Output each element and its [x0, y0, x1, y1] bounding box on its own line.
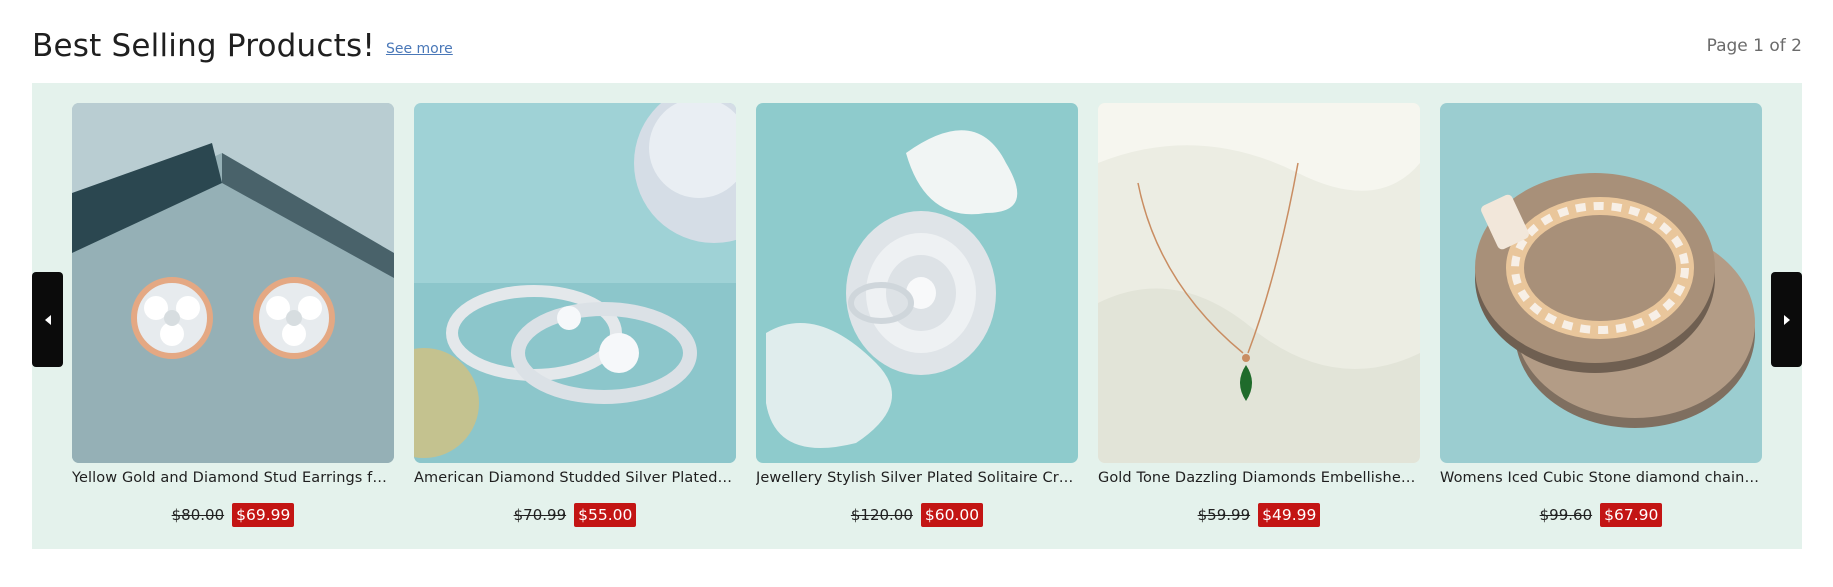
caret-right-icon: [1783, 314, 1790, 325]
product-card[interactable]: Gold Tone Dazzling Diamonds Embellished …: [1098, 103, 1420, 533]
product-price: $99.60 $67.90: [1440, 503, 1762, 527]
title-group: Best Selling Products! See more: [32, 28, 453, 64]
carousel-next-button[interactable]: [1771, 272, 1802, 367]
sale-price: $55.00: [574, 503, 637, 527]
crystal-cluster-ring-image[interactable]: [756, 103, 1078, 463]
page-indicator: Page 1 of 2: [1706, 36, 1802, 56]
original-price: $80.00: [171, 506, 225, 524]
sale-price: $67.90: [1600, 503, 1663, 527]
sale-price: $69.99: [232, 503, 295, 527]
product-price: $59.99 $49.99: [1098, 503, 1420, 527]
product-name[interactable]: Womens Iced Cubic Stone diamond chain Br…: [1440, 470, 1762, 486]
product-card[interactable]: American Diamond Studded Silver Plated F…: [414, 103, 736, 533]
product-card[interactable]: Jewellery Stylish Silver Plated Solitair…: [756, 103, 1078, 533]
sale-price: $49.99: [1258, 503, 1321, 527]
iced-chain-bracelet-image[interactable]: [1440, 103, 1762, 463]
product-carousel: Yellow Gold and Diamond Stud Earrings fo…: [32, 83, 1802, 549]
original-price: $99.60: [1539, 506, 1593, 524]
silver-ring-set-image[interactable]: [414, 103, 736, 463]
product-price: $70.99 $55.00: [414, 503, 736, 527]
carousel-track: Yellow Gold and Diamond Stud Earrings fo…: [72, 103, 1762, 533]
product-name[interactable]: American Diamond Studded Silver Plated F…: [414, 470, 736, 486]
see-more-link[interactable]: See more: [386, 41, 453, 57]
section-header: Best Selling Products! See more Page 1 o…: [32, 22, 1802, 70]
carousel-prev-button[interactable]: [32, 272, 63, 367]
best-selling-section: Best Selling Products! See more Page 1 o…: [0, 0, 1833, 587]
product-card[interactable]: Yellow Gold and Diamond Stud Earrings fo…: [72, 103, 394, 533]
caret-left-icon: [44, 314, 51, 325]
product-name[interactable]: Gold Tone Dazzling Diamonds Embellished …: [1098, 470, 1420, 486]
original-price: $70.99: [513, 506, 567, 524]
emerald-pendant-necklace-image[interactable]: [1098, 103, 1420, 463]
product-price: $120.00 $60.00: [756, 503, 1078, 527]
original-price: $59.99: [1197, 506, 1251, 524]
stud-earrings-image[interactable]: [72, 103, 394, 463]
sale-price: $60.00: [920, 503, 984, 527]
original-price: $120.00: [850, 506, 913, 524]
product-card[interactable]: Womens Iced Cubic Stone diamond chain Br…: [1440, 103, 1762, 533]
product-price: $80.00 $69.99: [72, 503, 394, 527]
product-name[interactable]: Yellow Gold and Diamond Stud Earrings fo…: [72, 470, 394, 486]
section-title: Best Selling Products!: [32, 28, 375, 64]
product-name[interactable]: Jewellery Stylish Silver Plated Solitair…: [756, 470, 1078, 486]
